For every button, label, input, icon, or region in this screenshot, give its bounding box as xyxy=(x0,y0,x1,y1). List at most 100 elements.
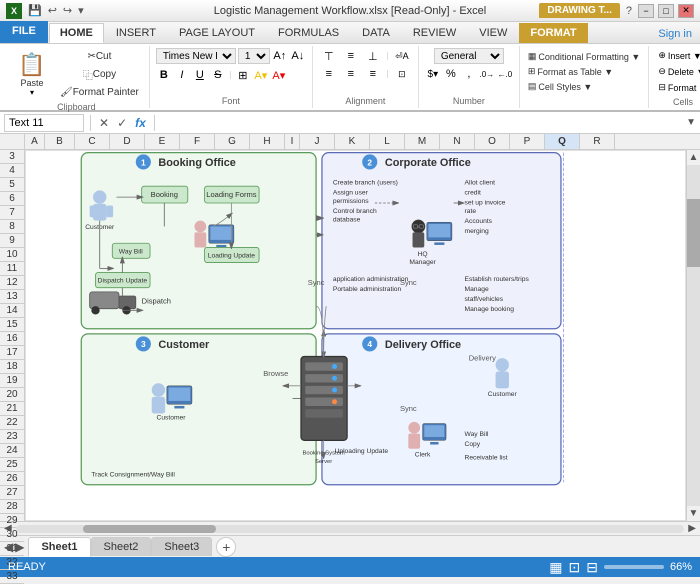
col-header-L[interactable]: L xyxy=(370,134,405,149)
page-break-view-btn[interactable]: ⊟ xyxy=(586,559,598,576)
col-header-E[interactable]: E xyxy=(145,134,180,149)
h-scroll-thumb[interactable] xyxy=(83,525,217,533)
h-scroll-track[interactable] xyxy=(16,525,685,533)
zoom-slider[interactable] xyxy=(604,565,664,569)
number-format-select[interactable]: General xyxy=(434,48,504,64)
wrap-text-btn[interactable]: ⏎A xyxy=(392,48,412,64)
bottom-align-btn[interactable]: ⊥ xyxy=(363,48,383,64)
col-header-F[interactable]: F xyxy=(180,134,215,149)
top-align-btn[interactable]: ⊤ xyxy=(319,48,339,64)
svg-text:1: 1 xyxy=(141,157,146,167)
normal-view-btn[interactable]: ▦ xyxy=(549,559,562,576)
tab-file[interactable]: FILE xyxy=(0,21,48,43)
col-header-R[interactable]: R xyxy=(580,134,615,149)
col-header-B[interactable]: B xyxy=(45,134,75,149)
row-21: 21 xyxy=(0,402,24,416)
decrease-decimal-btn[interactable]: ←.0 xyxy=(497,66,513,82)
restore-btn[interactable]: □ xyxy=(658,4,674,18)
copy-btn[interactable]: ⿻ Copy xyxy=(56,66,143,82)
scroll-down-btn[interactable]: ▼ xyxy=(687,506,700,521)
border-btn[interactable]: ⊞ xyxy=(235,67,251,83)
v-scroll-thumb[interactable] xyxy=(687,199,700,267)
tab-view[interactable]: VIEW xyxy=(468,23,518,43)
col-header-O[interactable]: O xyxy=(475,134,510,149)
sheet-content[interactable]: Booking Office 1 Customer Booking Loadin… xyxy=(25,150,686,521)
next-sheet-btn[interactable]: ▶ xyxy=(15,540,24,554)
v-scroll-track[interactable] xyxy=(687,165,700,506)
font-family-select[interactable]: Times New R xyxy=(156,48,236,64)
paste-btn[interactable]: 📋 Paste ▾ xyxy=(10,48,54,100)
sheet-tab-2[interactable]: Sheet2 xyxy=(91,537,152,556)
italic-btn[interactable]: I xyxy=(174,67,190,83)
cell-styles-btn[interactable]: ▤ Cell Styles ▼ xyxy=(526,80,642,93)
formula-expand-btn[interactable]: ▼ xyxy=(686,117,696,128)
comma-btn[interactable]: , xyxy=(461,66,477,82)
strikethrough-btn[interactable]: S xyxy=(210,67,226,83)
horizontal-scrollbar[interactable]: ◀ ▶ xyxy=(0,521,700,535)
col-header-J[interactable]: J xyxy=(300,134,335,149)
format-cells-btn[interactable]: ⊟ Format ▼ xyxy=(655,80,700,95)
increase-font-btn[interactable]: A↑ xyxy=(272,48,288,64)
cut-btn[interactable]: ✂ Cut xyxy=(56,48,143,64)
scroll-left-btn[interactable]: ◀ xyxy=(2,523,14,534)
formula-input[interactable] xyxy=(161,114,682,132)
tab-review[interactable]: REVIEW xyxy=(402,23,467,43)
add-sheet-btn[interactable]: + xyxy=(216,537,236,557)
middle-align-btn[interactable]: ≡ xyxy=(341,48,361,64)
tab-home[interactable]: HOME xyxy=(49,23,104,43)
center-align-btn[interactable]: ≡ xyxy=(341,66,361,82)
tab-data[interactable]: DATA xyxy=(351,23,401,43)
col-header-N[interactable]: N xyxy=(440,134,475,149)
col-header-C[interactable]: C xyxy=(75,134,110,149)
confirm-formula-btn[interactable]: ✓ xyxy=(115,116,129,130)
increase-decimal-btn[interactable]: .0→ xyxy=(479,66,495,82)
format-painter-btn[interactable]: 🖌 Format Painter xyxy=(56,84,143,100)
col-header-K[interactable]: K xyxy=(335,134,370,149)
name-box[interactable]: Text 11 xyxy=(4,114,84,132)
scroll-up-btn[interactable]: ▲ xyxy=(687,150,700,165)
col-header-G[interactable]: G xyxy=(215,134,250,149)
decrease-font-btn[interactable]: A↓ xyxy=(290,48,306,64)
page-layout-view-btn[interactable]: ⊡ xyxy=(569,559,581,576)
font-color-btn[interactable]: A▾ xyxy=(271,67,287,83)
fill-color-btn[interactable]: A▾ xyxy=(253,67,269,83)
col-header-I[interactable]: I xyxy=(285,134,300,149)
tab-page-layout[interactable]: PAGE LAYOUT xyxy=(168,23,266,43)
percent-btn[interactable]: % xyxy=(443,66,459,82)
sheet-tab-1[interactable]: Sheet1 xyxy=(28,537,90,557)
cancel-formula-btn[interactable]: ✕ xyxy=(97,116,111,130)
help-btn[interactable]: ? xyxy=(624,5,634,17)
insert-cells-btn[interactable]: ⊕ Insert ▼ xyxy=(655,48,700,63)
col-header-D[interactable]: D xyxy=(110,134,145,149)
redo-quick-btn[interactable]: ↪ xyxy=(61,4,74,17)
vertical-scrollbar[interactable]: ▲ ▼ xyxy=(686,150,700,521)
tab-insert[interactable]: INSERT xyxy=(105,23,167,43)
conditional-formatting-btn[interactable]: ▦ Conditional Formatting ▼ xyxy=(526,50,642,63)
col-header-Q[interactable]: Q xyxy=(545,134,580,149)
save-quick-btn[interactable]: 💾 xyxy=(26,4,44,17)
sheet-tab-3[interactable]: Sheet3 xyxy=(151,537,212,556)
currency-btn[interactable]: $▾ xyxy=(425,66,441,82)
format-as-table-btn[interactable]: ⊞ Format as Table ▼ xyxy=(526,65,642,78)
col-header-H[interactable]: H xyxy=(250,134,285,149)
right-align-btn[interactable]: ≡ xyxy=(363,66,383,82)
merge-btn[interactable]: ⊡ xyxy=(392,66,412,82)
bold-btn[interactable]: B xyxy=(156,67,172,83)
customize-quick-btn[interactable]: ▾ xyxy=(76,4,86,17)
tab-format[interactable]: FORMAT xyxy=(519,23,587,43)
minimize-btn[interactable]: − xyxy=(638,4,654,18)
col-header-P[interactable]: P xyxy=(510,134,545,149)
font-size-select[interactable]: 12.1 xyxy=(238,48,270,64)
left-align-btn[interactable]: ≡ xyxy=(319,66,339,82)
delete-cells-btn[interactable]: ⊖ Delete ▼ xyxy=(655,64,700,79)
tab-formulas[interactable]: FORMULAS xyxy=(267,23,350,43)
col-header-M[interactable]: M xyxy=(405,134,440,149)
prev-sheet-btn[interactable]: ◀ xyxy=(4,540,13,554)
close-btn[interactable]: ✕ xyxy=(678,4,694,18)
col-header-A[interactable]: A xyxy=(25,134,45,149)
underline-btn[interactable]: U xyxy=(192,67,208,83)
undo-quick-btn[interactable]: ↩ xyxy=(46,4,59,17)
sign-in-btn[interactable]: Sign in xyxy=(650,25,700,43)
scroll-right-btn[interactable]: ▶ xyxy=(686,523,698,534)
fx-btn[interactable]: fx xyxy=(133,116,148,130)
